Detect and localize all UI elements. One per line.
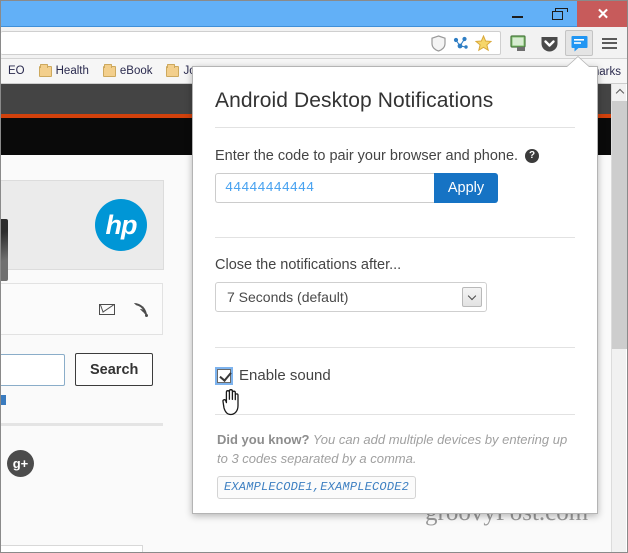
restore-icon: [551, 8, 568, 20]
search-button[interactable]: Search: [75, 353, 154, 386]
hamburger-icon: [601, 35, 617, 51]
site-search-row: Search: [1, 353, 154, 386]
pair-code-label: Enter the code to pair your browser and …: [215, 128, 575, 173]
enable-sound-label: Enable sound: [239, 367, 331, 384]
folder-icon: [102, 63, 116, 77]
help-icon[interactable]: ?: [525, 149, 540, 163]
hp-logo: hp: [95, 199, 147, 251]
colleagues-card: Colleagues: [1, 545, 143, 552]
apply-button[interactable]: Apply: [434, 173, 498, 203]
folder-icon: [166, 63, 180, 77]
social-links-box: [1, 283, 163, 335]
address-bar[interactable]: [1, 31, 501, 55]
bookmark-folder-health[interactable]: Health: [32, 59, 96, 84]
bookmark-label: EO: [8, 65, 25, 77]
android-notifications-extension-icon[interactable]: [565, 30, 593, 56]
close-after-label: Close the notifications after...: [215, 257, 402, 273]
chevron-down-icon[interactable]: [462, 287, 482, 307]
popup-title: Android Desktop Notifications: [215, 89, 494, 112]
window-controls: ✕: [497, 1, 627, 27]
close-button[interactable]: ✕: [577, 1, 627, 27]
bookmark-folder-ebook[interactable]: eBook: [96, 59, 160, 84]
toolbar-extension-buttons: [505, 29, 623, 57]
pair-code-input[interactable]: [215, 173, 434, 203]
minimize-button[interactable]: [497, 1, 537, 27]
tip-heading: Did you know?: [217, 432, 310, 447]
shield-icon[interactable]: [431, 35, 446, 57]
omnibox-icons: [431, 34, 493, 57]
close-icon: ✕: [596, 5, 610, 23]
pocket-extension-icon[interactable]: [535, 30, 563, 56]
folder-icon: [38, 63, 52, 77]
link-fragment[interactable]: [1, 395, 6, 405]
search-input[interactable]: [1, 353, 65, 386]
extension-puzzle-icon[interactable]: [452, 35, 469, 57]
google-plus-icon[interactable]: g+: [7, 450, 34, 477]
bookmark-label: Health: [55, 65, 89, 77]
maximize-restore-button[interactable]: [537, 1, 577, 27]
chrome-menu-button[interactable]: [595, 30, 623, 56]
section-divider: [1, 423, 163, 426]
printer-image: [1, 219, 8, 281]
search-button-label: Search: [90, 361, 139, 378]
chevron-up-icon: [615, 88, 624, 98]
advertisement-banner[interactable]: hp: [1, 180, 164, 281]
google-plus-label: g+: [12, 456, 29, 471]
pair-code-input-group: Apply: [215, 173, 498, 203]
bookmark-label: eBook: [119, 65, 153, 77]
rss-icon[interactable]: [133, 302, 148, 317]
page-scrollbar[interactable]: [611, 84, 627, 552]
enable-sound-checkbox[interactable]: [215, 366, 233, 385]
star-icon[interactable]: [474, 34, 493, 57]
screen-capture-extension-icon[interactable]: [505, 30, 533, 56]
bookmark-item-eo[interactable]: EO: [1, 59, 32, 84]
did-you-know-tip: Did you know? You can add multiple devic…: [215, 415, 575, 500]
enable-sound-row[interactable]: Enable sound: [215, 348, 575, 385]
scrollbar-thumb[interactable]: [612, 101, 627, 349]
title-bar: ✕: [1, 1, 627, 27]
extension-popup: Android Desktop Notifications Enter the …: [192, 66, 598, 514]
close-after-selected-value: 7 Seconds (default): [227, 289, 349, 305]
popup-pointer-arrow: [567, 57, 589, 67]
close-after-select[interactable]: 7 Seconds (default): [215, 282, 487, 312]
minimize-icon: [511, 16, 523, 18]
mail-icon[interactable]: [99, 303, 115, 315]
mouse-cursor-pointer: [217, 387, 243, 422]
browser-window: ✕ EO Health eBook Jo marks hp Search g+ …: [0, 0, 628, 553]
pair-code-label-text: Enter the code to pair your browser and …: [215, 148, 519, 164]
tip-example-code: EXAMPLECODE1,EXAMPLECODE2: [217, 475, 417, 500]
scrollbar-up-button[interactable]: [612, 84, 627, 100]
